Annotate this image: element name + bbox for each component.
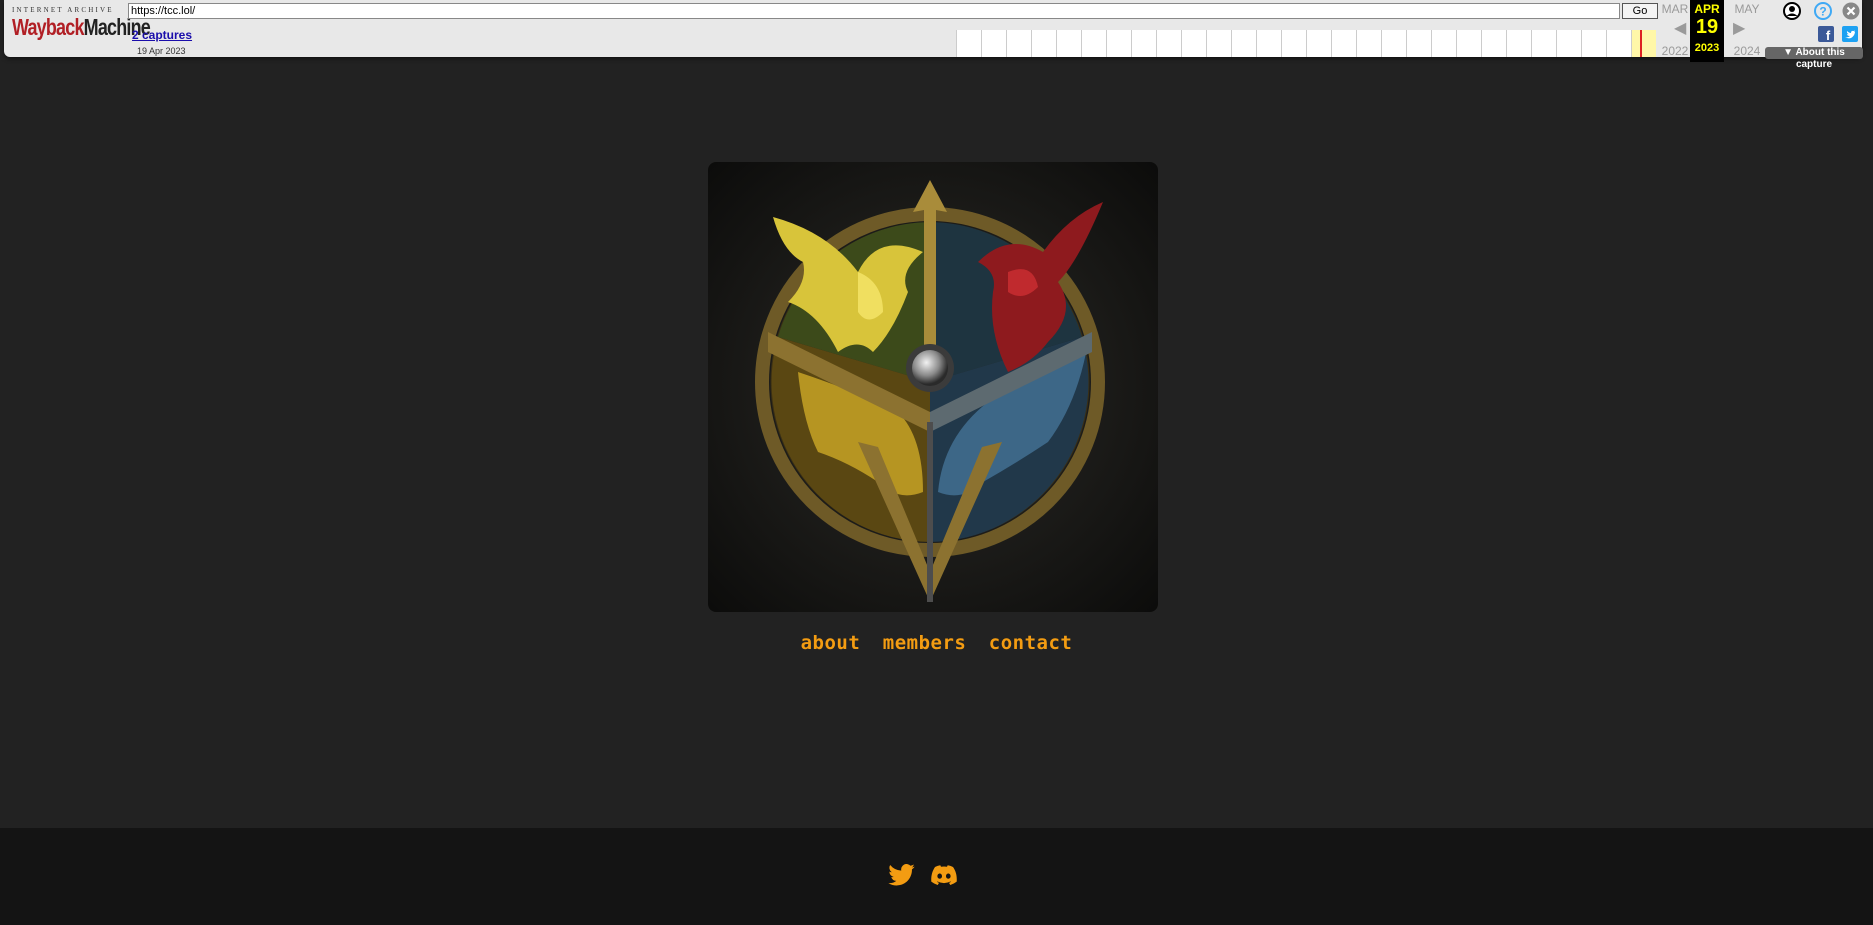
sparkline-cell[interactable] — [956, 30, 981, 57]
footer — [0, 828, 1873, 925]
sparkline-cell[interactable] — [1356, 30, 1381, 57]
sparkline-cell[interactable] — [1481, 30, 1506, 57]
sparkline-cell[interactable] — [1256, 30, 1281, 57]
sparkline-cell[interactable] — [1031, 30, 1056, 57]
sparkline-cell[interactable] — [1456, 30, 1481, 57]
sparkline-cell[interactable] — [981, 30, 1006, 57]
sparkline-cell[interactable] — [1131, 30, 1156, 57]
prev-year-label[interactable]: 2022 — [1659, 44, 1691, 58]
wayback-logo[interactable]: INTERNET ARCHIVE WaybackMachine — [12, 6, 151, 50]
logo-internet-archive: INTERNET ARCHIVE — [12, 6, 114, 14]
nav-link-about[interactable]: about — [801, 632, 861, 654]
sparkline-cell[interactable] — [1431, 30, 1456, 57]
close-icon[interactable] — [1842, 2, 1860, 25]
sparkline-cell[interactable] — [1606, 30, 1631, 57]
svg-text:f: f — [1826, 28, 1831, 42]
sparkline-cell[interactable] — [1306, 30, 1331, 57]
sparkline-cell[interactable] — [1206, 30, 1231, 57]
nav-link-contact[interactable]: contact — [989, 632, 1073, 654]
go-button[interactable]: Go — [1622, 3, 1658, 19]
captures-link[interactable]: 2 captures — [132, 28, 192, 42]
main-nav: about members contact — [0, 632, 1873, 654]
about-capture-label: About this capture — [1795, 47, 1845, 70]
dropdown-triangle-icon: ▼ — [1783, 47, 1796, 58]
wayback-toolbar-panel: INTERNET ARCHIVE WaybackMachine https://… — [4, 0, 1863, 70]
sparkline-cell[interactable] — [1106, 30, 1131, 57]
sparkline-cell[interactable] — [1506, 30, 1531, 57]
sparkline-cell[interactable] — [1406, 30, 1431, 57]
capture-date: 19 Apr 2023 — [137, 46, 186, 56]
user-icon[interactable] — [1783, 2, 1801, 25]
sparkline-cell[interactable] — [1556, 30, 1581, 57]
sparkline-cell[interactable] — [1056, 30, 1081, 57]
sparkline-cell[interactable] — [1631, 30, 1656, 57]
sparkline-cell[interactable] — [1531, 30, 1556, 57]
crest-emblem-image — [708, 162, 1158, 612]
current-month-label: APR — [1694, 2, 1720, 16]
svg-text:?: ? — [1819, 5, 1826, 19]
prev-capture-arrow-icon[interactable]: ◀ — [1674, 18, 1686, 38]
logo-word-wayback: Wayback — [12, 14, 84, 40]
current-year-label: 2023 — [1694, 42, 1720, 54]
logo-wayback-machine: WaybackMachine — [12, 14, 151, 40]
sparkline-cell[interactable] — [1281, 30, 1306, 57]
social-links — [888, 863, 957, 891]
sparkline-cell[interactable] — [1231, 30, 1256, 57]
current-capture-date[interactable]: APR 19 2023 — [1690, 0, 1724, 62]
url-input[interactable]: https://tcc.lol/ — [128, 3, 1620, 19]
sparkline-cell[interactable] — [1581, 30, 1606, 57]
sparkline-cell[interactable] — [1381, 30, 1406, 57]
prev-month-label[interactable]: MAR — [1659, 2, 1691, 16]
wayback-toolbar: INTERNET ARCHIVE WaybackMachine https://… — [0, 0, 1873, 70]
help-icon[interactable]: ? — [1814, 2, 1832, 25]
next-month-label[interactable]: MAY — [1731, 2, 1763, 16]
capture-sparkline[interactable] — [956, 30, 1656, 57]
facebook-icon[interactable]: f — [1818, 26, 1834, 47]
next-capture-arrow-icon[interactable]: ▶ — [1733, 18, 1745, 38]
sparkline-cell[interactable] — [1006, 30, 1031, 57]
sparkline-cell[interactable] — [1156, 30, 1181, 57]
twitter-share-icon[interactable] — [1842, 26, 1858, 47]
nav-link-members[interactable]: members — [883, 632, 967, 654]
twitter-icon[interactable] — [888, 863, 915, 891]
discord-icon[interactable] — [931, 864, 957, 891]
current-day-label: 19 — [1695, 16, 1719, 38]
next-year-label[interactable]: 2024 — [1731, 44, 1763, 58]
sparkline-cell[interactable] — [1081, 30, 1106, 57]
sparkline-cell[interactable] — [1181, 30, 1206, 57]
capture-marker — [1640, 30, 1642, 57]
sparkline-cell[interactable] — [1331, 30, 1356, 57]
about-capture-button[interactable]: ▼ About this capture — [1765, 47, 1863, 70]
